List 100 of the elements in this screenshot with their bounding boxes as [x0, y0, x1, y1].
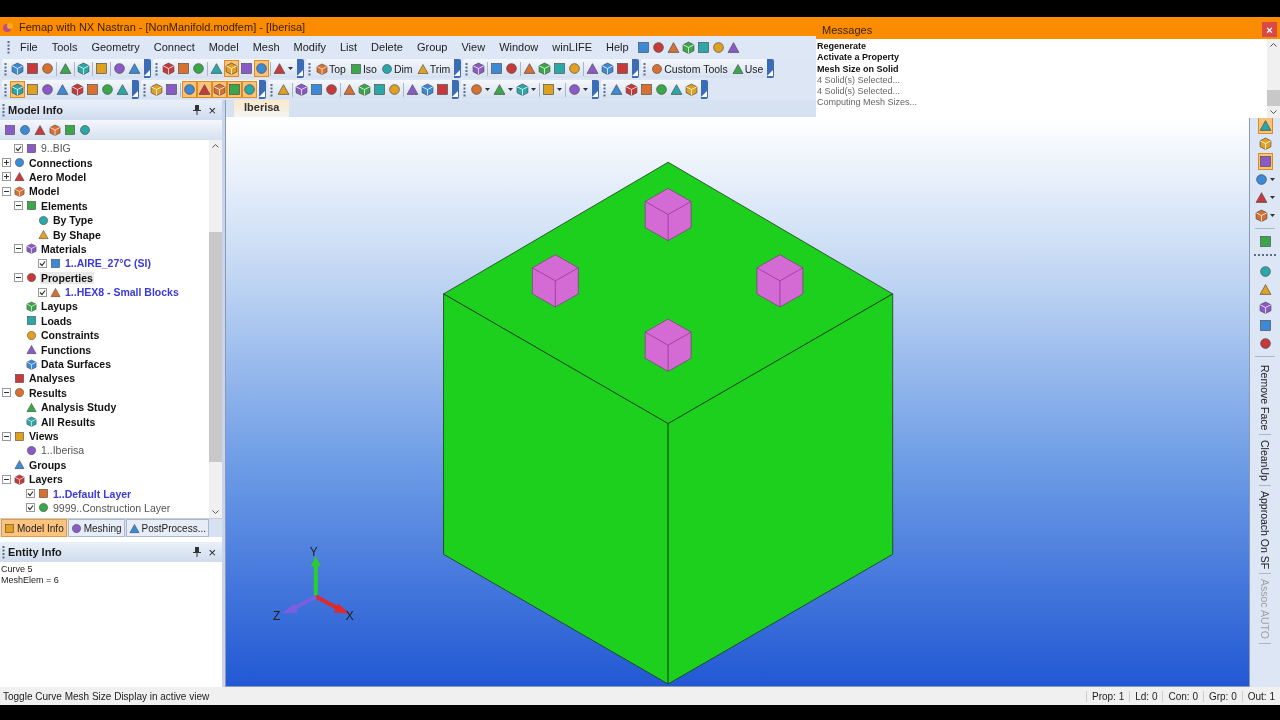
- overflow-icon[interactable]: [701, 91, 707, 97]
- tree-item[interactable]: Groups: [0, 457, 209, 472]
- triangle-icon[interactable]: [585, 60, 601, 77]
- overflow-icon[interactable]: [767, 70, 774, 76]
- caret-icon[interactable]: [1269, 177, 1275, 182]
- triangle-icon[interactable]: [609, 81, 624, 98]
- menu-item[interactable]: winLIFE: [545, 39, 599, 55]
- circle-icon[interactable]: [40, 81, 55, 98]
- caret-icon[interactable]: [508, 87, 513, 92]
- menu-item[interactable]: Group: [409, 39, 455, 55]
- view-tab[interactable]: Iberisa: [234, 100, 290, 117]
- circle-icon[interactable]: [19, 124, 31, 136]
- grip-icon[interactable]: [2, 103, 5, 117]
- cube-icon[interactable]: [357, 81, 372, 98]
- grip-icon[interactable]: [465, 61, 469, 76]
- triangle-icon[interactable]: [34, 124, 46, 136]
- tree-item[interactable]: Data Surfaces: [0, 356, 209, 372]
- cube-icon[interactable]: [1257, 299, 1273, 316]
- cube-icon[interactable]: [420, 81, 435, 98]
- tree-item[interactable]: Model: [0, 184, 209, 199]
- tree-item[interactable]: Analysis Study: [0, 400, 209, 415]
- square-icon[interactable]: [85, 81, 100, 98]
- triangle-icon[interactable]: [209, 60, 224, 77]
- triangle-icon[interactable]: [197, 81, 212, 98]
- square-icon[interactable]: [639, 81, 654, 98]
- caret-icon[interactable]: [288, 66, 293, 71]
- circle-icon[interactable]: [182, 81, 197, 98]
- triangle-icon[interactable]: [55, 81, 70, 98]
- overflow-icon[interactable]: [297, 70, 303, 76]
- grip-icon[interactable]: [308, 61, 311, 76]
- toolbar-button[interactable]: Custom Tools: [649, 62, 730, 75]
- caret-icon[interactable]: [557, 87, 562, 92]
- overflow-icon[interactable]: [452, 91, 458, 97]
- cube-icon[interactable]: [70, 81, 85, 98]
- overflow-icon[interactable]: [132, 91, 138, 97]
- triangle-icon[interactable]: [342, 81, 357, 98]
- circle-icon[interactable]: [504, 60, 520, 77]
- scroll-thumb[interactable]: [209, 232, 222, 462]
- tree-item[interactable]: Properties: [0, 270, 209, 285]
- tree-item[interactable]: 1..HEX8 - Small Blocks: [0, 284, 209, 300]
- panel-tab[interactable]: Meshing: [67, 519, 125, 537]
- triangle-icon[interactable]: [115, 81, 130, 98]
- menu-item[interactable]: Tools: [44, 39, 85, 55]
- tree-item[interactable]: All Results: [0, 414, 209, 429]
- square-icon[interactable]: [435, 81, 450, 98]
- cube-icon[interactable]: [680, 38, 696, 56]
- square-icon[interactable]: [176, 60, 191, 77]
- caret-icon[interactable]: [485, 87, 490, 92]
- checkbox[interactable]: [14, 143, 26, 153]
- circle-icon[interactable]: [387, 81, 402, 98]
- square-icon[interactable]: [615, 60, 631, 77]
- tree-item[interactable]: By Shape: [0, 227, 209, 242]
- overflow-icon[interactable]: [592, 91, 598, 97]
- grip-icon[interactable]: [143, 82, 146, 97]
- collapse-icon[interactable]: [2, 186, 11, 196]
- circle-icon[interactable]: [79, 124, 91, 136]
- cube-icon[interactable]: [600, 60, 616, 77]
- circle-icon[interactable]: [1253, 171, 1269, 188]
- menu-item[interactable]: List: [333, 39, 365, 55]
- menu-item[interactable]: View: [454, 39, 493, 55]
- toolbar-button[interactable]: Use: [729, 62, 766, 75]
- toolbar-button[interactable]: Trim: [414, 62, 453, 75]
- cube-icon[interactable]: [684, 81, 699, 98]
- grip-icon[interactable]: [4, 61, 7, 76]
- tree-item[interactable]: By Type: [0, 212, 209, 228]
- checkbox[interactable]: [38, 287, 50, 297]
- square-icon[interactable]: [1257, 233, 1273, 250]
- cube-icon[interactable]: [537, 60, 553, 77]
- circle-icon[interactable]: [1257, 263, 1273, 280]
- tree-item[interactable]: 1..Default Layer: [0, 486, 209, 501]
- cube-icon[interactable]: [224, 60, 239, 77]
- menu-item[interactable]: Window: [492, 39, 546, 55]
- menu-item[interactable]: Modify: [286, 39, 333, 55]
- circle-icon[interactable]: [242, 81, 257, 98]
- circle-icon[interactable]: [324, 81, 339, 98]
- circle-icon[interactable]: [1257, 335, 1273, 352]
- square-icon[interactable]: [227, 81, 242, 98]
- grip-icon[interactable]: [603, 82, 606, 97]
- caret-icon[interactable]: [1269, 213, 1275, 218]
- grip-icon[interactable]: [2, 545, 5, 559]
- cube-icon[interactable]: [49, 124, 61, 136]
- square-icon[interactable]: [164, 81, 179, 98]
- scroll-thumb[interactable]: [1267, 90, 1280, 106]
- square-icon[interactable]: [4, 124, 16, 136]
- menu-item[interactable]: Delete: [364, 39, 410, 55]
- grip-icon[interactable]: [7, 40, 10, 54]
- collapse-icon[interactable]: [2, 431, 11, 441]
- menu-item[interactable]: Model: [201, 39, 246, 55]
- toolbar-button[interactable]: Iso: [347, 62, 379, 75]
- menu-item[interactable]: Mesh: [245, 39, 287, 55]
- tree-item[interactable]: Functions: [0, 342, 209, 357]
- cube-icon[interactable]: [294, 81, 309, 98]
- grip-icon[interactable]: [643, 61, 647, 76]
- menu-item[interactable]: Connect: [146, 39, 202, 55]
- triangle-icon[interactable]: [272, 60, 287, 77]
- square-icon[interactable]: [372, 81, 387, 98]
- tree-item[interactable]: Loads: [0, 313, 209, 329]
- toolbar-button[interactable]: Top: [314, 62, 348, 75]
- tree-item[interactable]: Results: [0, 385, 209, 401]
- triangle-icon[interactable]: [405, 81, 420, 98]
